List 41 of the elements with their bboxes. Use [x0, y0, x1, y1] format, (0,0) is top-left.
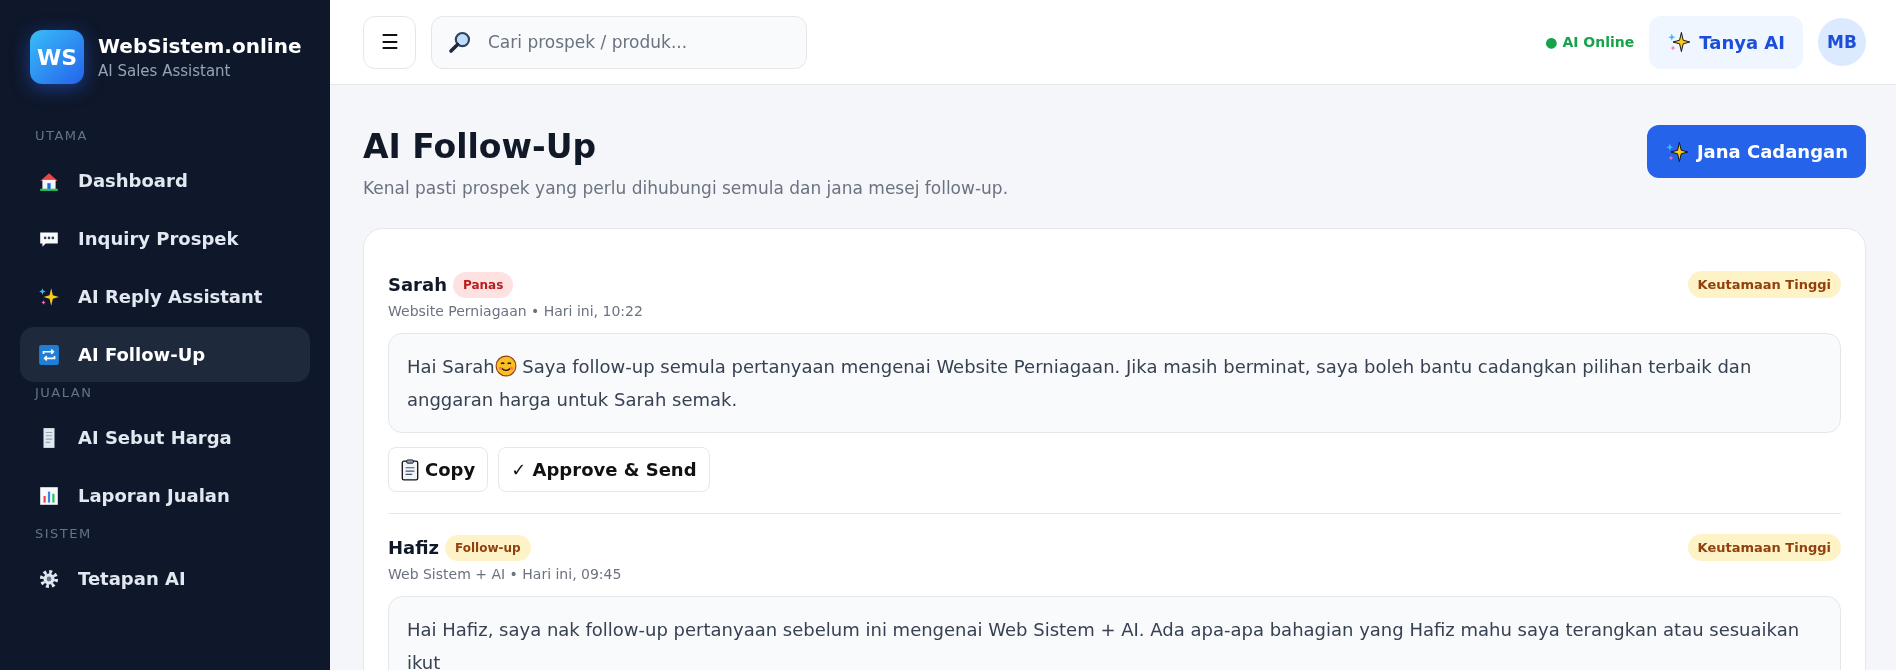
sparkles-icon	[1664, 139, 1689, 164]
generate-button[interactable]: Jana Cadangan	[1646, 125, 1866, 178]
bar-chart-icon	[38, 484, 60, 507]
brand-name: WebSistem.online	[98, 34, 302, 58]
approve-send-button[interactable]: ✓ Approve & Send	[498, 447, 710, 492]
message-text: Hai Sarah Saya follow-up semula pertanyaan mengenai Website Perniagaan. Jika masih berminat, saya boleh bantu cadangkan pilihan terbaik dan anggaran harga untuk Sarah semak.	[407, 354, 1753, 412]
page-title: AI Follow-Up	[363, 127, 598, 166]
nav-item[interactable]: AI Reply Assistant	[20, 269, 310, 324]
settings-icon	[38, 567, 60, 590]
sparkles-icon	[1667, 30, 1692, 54]
brand-tagline: AI Sales Assistant	[98, 62, 232, 80]
nav-item[interactable]: Laporan Jualan	[20, 468, 310, 523]
menu-button[interactable]: ☰	[363, 15, 416, 69]
prospect-meta: Website Perniagaan • Hari ini, 10:22	[388, 303, 644, 319]
search-field[interactable]: Cari prospek / produk...	[431, 15, 807, 69]
sparkles-icon	[38, 285, 60, 308]
repeat-icon	[38, 343, 60, 366]
page-subtitle: Kenal pasti prospek yang perlu dihubungi semula dan jana mesej follow-up.	[363, 178, 1009, 198]
smiley-icon	[494, 355, 517, 377]
priority-tag: Keutamaan Tinggi	[1687, 534, 1841, 561]
prospect-name: Sarah	[388, 274, 447, 295]
nav-item[interactable]: AI Follow-Up	[20, 327, 310, 382]
prospect-meta: Web Sistem + AI • Hari ini, 09:45	[388, 566, 623, 582]
status-tag: Panas	[452, 271, 514, 298]
ask-ai-button[interactable]: Tanya AI	[1649, 15, 1803, 69]
avatar[interactable]: MB	[1818, 18, 1866, 66]
nav-item[interactable]: Inquiry Prospek	[20, 211, 310, 266]
nav-item[interactable]: Dashboard	[20, 153, 310, 208]
clipboard-icon	[401, 458, 419, 481]
nav-item[interactable]: AI Sebut Harga	[20, 410, 310, 465]
section-label: SISTEM	[35, 526, 93, 541]
section-label: JUALAN	[35, 385, 94, 400]
message-text: Hai Hafiz, saya nak follow-up pertanyaan sebelum ini mengenai Web Sistem + AI. Ada apa-apa bahagian yang Hafiz mahu saya terangkan atau sesuaikan ikut	[407, 618, 1801, 670]
logo: WS	[30, 30, 84, 84]
status-text: ● AI Online	[1545, 34, 1635, 50]
prospect-name: Hafiz	[388, 537, 440, 558]
copy-button[interactable]: Copy	[388, 447, 489, 492]
nav-item[interactable]: Tetapan AI	[20, 551, 310, 606]
section-label: UTAMA	[35, 128, 89, 143]
priority-tag: Keutamaan Tinggi	[1687, 271, 1841, 298]
status-tag: Follow-up	[445, 534, 531, 561]
